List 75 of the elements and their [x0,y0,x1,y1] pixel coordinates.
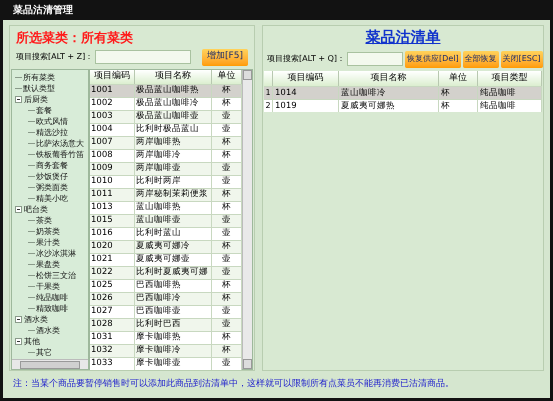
table-row[interactable]: 1022 比利时夏威夷可娜 壶 [90,266,242,278]
table-row[interactable]: 1025 巴西咖啡热 杯 [90,278,242,292]
table-row[interactable]: 1001 极品蓝山咖啡热 杯 [90,84,242,96]
table-row[interactable]: 1 1014 蓝山咖啡冷 杯 纯品咖啡 [264,86,542,99]
tree-item[interactable]: 松饼三文治 [36,270,76,280]
tree-item[interactable]: 其它 [36,348,52,358]
tree-item[interactable]: 精美小吃 [36,194,68,204]
search-field[interactable] [95,50,192,64]
table-row[interactable]: 1015 蓝山咖啡壶 壶 [90,214,242,226]
tree-item[interactable]: 默认类型 [23,84,55,94]
table-row[interactable]: 1004 比利时极品蓝山 壶 [90,122,242,136]
table-row[interactable]: 1028 比利时巴西 壶 [90,318,242,330]
table-row[interactable]: 1031 摩卡咖啡热 杯 [90,330,242,344]
tree-item[interactable]: 套餐 [36,106,52,116]
tree-item[interactable]: 果盘类 [36,260,60,270]
table-row[interactable]: 1011 两岸秘制茉莉便浆 杯 [90,188,242,200]
tree-item[interactable]: 奶茶类 [36,226,60,236]
table-cell: 1019 [273,100,339,112]
table-row[interactable]: 1020 夏威夷可娜冷 杯 [90,240,242,252]
table-cell: 杯 [439,100,478,112]
search-label: 项目搜索[ALT + Q]： [267,53,346,65]
toolbar-button[interactable]: 全部恢复 [462,50,499,68]
tree-item[interactable]: 纯品咖啡 [36,292,68,302]
table-row[interactable]: 1013 蓝山咖啡热 杯 [90,200,242,214]
note-text: 注：当某个商品要暂停销售时可以添加此商品到沽清单中，这样就可以限制所有点菜员不能再消费已沽清商品。 [13,378,454,391]
table-cell: 1033 [90,358,135,370]
table-row[interactable]: 1008 两岸咖啡冷 杯 [90,148,242,162]
table-row[interactable]: 1003 极品蓝山咖啡壶 壶 [90,110,242,122]
tree-item[interactable]: 炒饭煲仔 [36,172,68,182]
tree-item[interactable]: 吧台类 [24,204,48,214]
tree-item[interactable]: 茶类 [36,216,52,226]
table-cell: 纯品咖啡 [478,100,542,112]
tree-item[interactable]: 精选沙拉 [36,128,68,138]
tree-item[interactable]: 欧式风情 [36,116,68,126]
horizontal-scrollbar[interactable] [12,359,88,369]
tree-item[interactable]: 商务套餐 [36,160,68,170]
tree-item[interactable]: 铁板葡香竹笛 [36,150,84,160]
collapse-icon[interactable] [15,206,22,213]
tree-item[interactable]: 酒水类 [24,314,48,324]
tree-item[interactable]: 酒水类 [36,326,60,336]
table-row[interactable]: 1032 摩卡咖啡冷 杯 [90,344,242,356]
search-field[interactable] [347,52,404,66]
window-title: 菜品沽清管理 [13,4,73,18]
tree-item[interactable]: 后厨类 [24,94,48,104]
collapse-icon[interactable] [15,316,22,323]
table-row[interactable]: 1007 两岸咖啡热 杯 [90,136,242,148]
tree-item[interactable]: 所有菜类 [23,72,55,82]
row-number: 2 [264,100,273,112]
table-row[interactable]: 1033 摩卡咖啡壶 壶 [90,356,242,370]
list-heading: 菜品沽清单 [366,26,440,48]
table-row[interactable]: 1010 比利时两岸 壶 [90,174,242,188]
table-row[interactable]: 1009 两岸咖啡壶 壶 [90,162,242,174]
table-row[interactable]: 1016 比利时蓝山 壶 [90,226,242,240]
search-label: 项目搜索[ALT + Z]： [16,51,94,63]
collapse-icon[interactable] [15,96,22,103]
collapse-icon[interactable] [15,338,22,345]
add-button[interactable]: 增加[F5] [202,48,248,66]
tree-item[interactable]: 其他 [24,336,40,346]
tree-item[interactable]: 冰沙冰淇淋 [36,248,76,258]
table-row[interactable]: 2 1019 夏威夷可娜热 杯 纯品咖啡 [264,99,542,112]
vertical-scrollbar[interactable] [242,70,252,369]
tree-item[interactable]: 干果类 [36,282,60,292]
table-row[interactable]: 1002 极品蓝山咖啡冷 杯 [90,96,242,110]
table-row[interactable]: 1026 巴西咖啡冷 杯 [90,292,242,304]
category-heading: 所选菜类：所有菜类 [16,30,133,48]
tree-item[interactable]: 果汁类 [36,238,60,248]
toolbar-button[interactable]: 关闭[ESC] [500,50,543,68]
table-cell: 夏威夷可娜热 [339,100,439,112]
table-row[interactable]: 1027 巴西咖啡壶 壶 [90,304,242,318]
table-row[interactable]: 1021 夏威夷可娜壶 壶 [90,252,242,266]
tree-item[interactable]: 粥类面类 [36,182,68,192]
toolbar-button[interactable]: 恢复供应[Del] [405,50,461,68]
table-cell: 摩卡咖啡壶 [135,358,212,370]
tree-item[interactable]: 精致咖啡 [36,304,68,314]
tree-item[interactable]: 比萨浓汤意大 [36,138,84,148]
